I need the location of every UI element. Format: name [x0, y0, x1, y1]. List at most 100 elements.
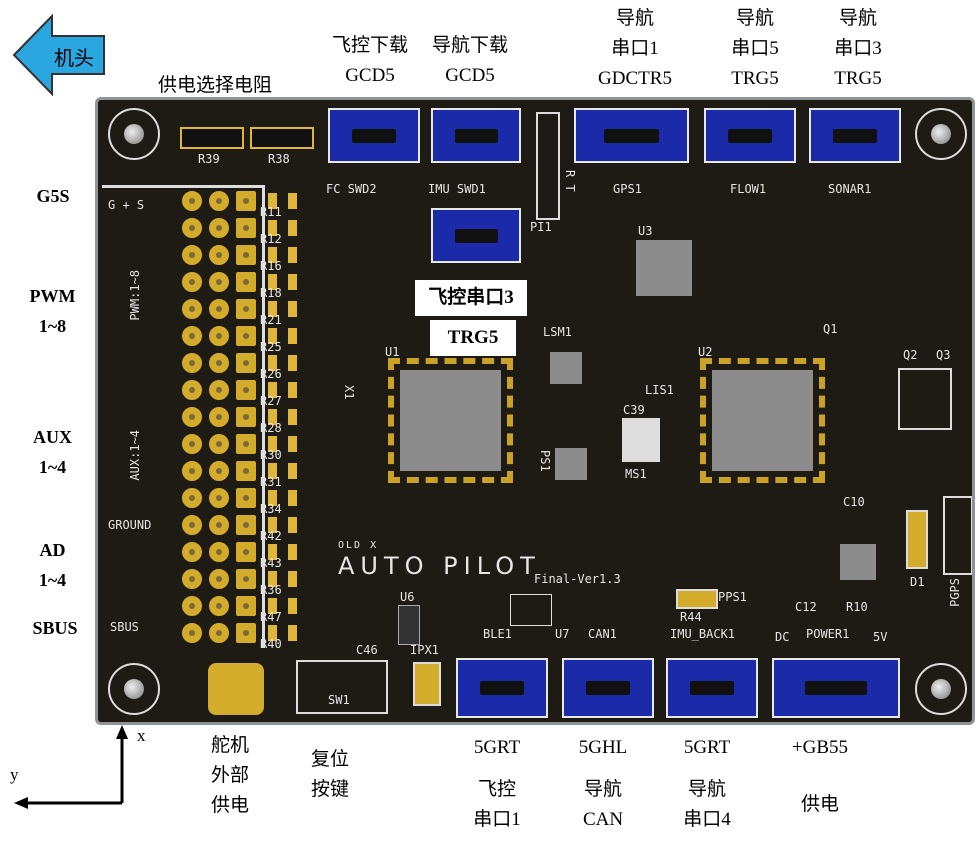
- header-pin: [236, 569, 256, 589]
- silk-sw1: SW1: [328, 693, 350, 707]
- silk-ipx1: IPX1: [410, 643, 439, 657]
- silk-c10: C10: [843, 495, 865, 509]
- head-direction-arrow: 机头: [12, 14, 107, 96]
- resistor-pad: [288, 220, 297, 236]
- resistor-pad: [288, 301, 297, 317]
- pwm-label: PWM 1~8: [15, 287, 90, 347]
- silk-ms1: MS1: [625, 467, 647, 481]
- label-line: 供电: [800, 794, 839, 815]
- header-pin: [209, 434, 229, 454]
- imu-back1-connector[interactable]: [666, 658, 758, 718]
- label-line: 导航: [735, 8, 774, 29]
- resistor-pad: [288, 328, 297, 344]
- nav-can-label: 5GHL 导航 CAN: [563, 738, 643, 840]
- silk-gs: G + S: [108, 198, 145, 212]
- label-line: 飞控: [477, 779, 516, 800]
- mounting-hole: [108, 663, 160, 715]
- silk-resistor-label: R11: [260, 205, 282, 219]
- label-line: GCD5: [345, 65, 395, 86]
- silk-imu-back1: IMU_BACK1: [670, 627, 736, 641]
- silk-u3: U3: [638, 224, 653, 238]
- resistor-pad: [288, 247, 297, 263]
- power1-connector[interactable]: [772, 658, 900, 718]
- reset-button-label: 复位 按键: [300, 750, 360, 810]
- coordinate-axes: [14, 725, 128, 809]
- silk-resistor-label: R18: [260, 286, 282, 300]
- silk-sbus: SBUS: [110, 620, 139, 634]
- pgps-header: [943, 496, 972, 575]
- header-pin: [182, 353, 202, 373]
- header-pin: [209, 569, 229, 589]
- flow1-connector[interactable]: [704, 108, 796, 163]
- label-line: 5GHL: [578, 737, 628, 758]
- silk-rt: R T: [563, 170, 577, 192]
- label-line: PWM: [29, 286, 76, 306]
- header-pin: [236, 191, 256, 211]
- pcb-board: R39 R38 FC SWD2 IMU SWD1 GPS1 FLOW1 SONA…: [95, 97, 975, 725]
- fc-download-label: 飞控下载 GCD5: [325, 36, 415, 96]
- header-pin: [209, 542, 229, 562]
- silk-resistor-label: R27: [260, 394, 282, 408]
- silk-old-x: OLD X: [338, 540, 379, 551]
- silk-u2: U2: [698, 345, 713, 359]
- header-pin: [182, 596, 202, 616]
- ble1-connector[interactable]: [456, 658, 548, 718]
- header-pin: [236, 326, 256, 346]
- header-pin: [236, 299, 256, 319]
- silk-gps1: GPS1: [613, 182, 642, 196]
- label-line: TRG5: [834, 68, 882, 89]
- header-pin: [182, 272, 202, 292]
- label-line: +GB55: [791, 737, 849, 758]
- gps1-connector[interactable]: [574, 108, 689, 163]
- header-pin: [236, 434, 256, 454]
- nav-uart5-label: 导航 串口5 TRG5: [715, 9, 795, 99]
- q2-q3-package: [898, 368, 952, 430]
- head-label: 机头: [54, 48, 94, 70]
- header-pin: [209, 326, 229, 346]
- mounting-hole: [915, 108, 967, 160]
- silk-resistor-label: R25: [260, 340, 282, 354]
- resistor-pad: [288, 463, 297, 479]
- silk-lis1: LIS1: [645, 383, 674, 397]
- nav-uart3-label: 导航 串口3 TRG5: [818, 9, 898, 99]
- header-pin: [209, 245, 229, 265]
- x-axis-label: x: [137, 726, 146, 745]
- silk-resistor-label: R16: [260, 259, 282, 273]
- resistor-pad: [288, 409, 297, 425]
- fc-uart1-label: 5GRT 飞控 串口1: [457, 738, 537, 840]
- lsm1-chip: [550, 352, 582, 384]
- fc-uart3-protocol-callout: TRG5: [430, 320, 516, 356]
- can1-connector[interactable]: [562, 658, 654, 718]
- nav-serial-connector[interactable]: [431, 208, 521, 263]
- silk-x1: X1: [342, 385, 356, 400]
- aux-label: AUX 1~4: [15, 428, 90, 488]
- sonar1-connector[interactable]: [809, 108, 901, 163]
- label-line: 串口3: [834, 38, 882, 59]
- silk-resistor-label: R47: [260, 610, 282, 624]
- resistor-pad: [288, 571, 297, 587]
- header-pin: [236, 515, 256, 535]
- header-pin: [209, 596, 229, 616]
- silk-u7: U7: [555, 627, 570, 641]
- fc-swd2-connector[interactable]: [328, 108, 420, 163]
- header-pin: [182, 299, 202, 319]
- label-line: 外部: [210, 765, 249, 786]
- silk-c39: C39: [623, 403, 645, 417]
- silk-flow1: FLOW1: [730, 182, 767, 196]
- silk-resistor-label: R36: [260, 583, 282, 597]
- header-pin: [182, 515, 202, 535]
- silk-resistor-label: R26: [260, 367, 282, 381]
- header-pin: [182, 218, 202, 238]
- label-line: TRG5: [731, 68, 779, 89]
- header-pin: [236, 245, 256, 265]
- label-line: 串口1: [611, 38, 659, 59]
- silk-fc-swd2: FC SWD2: [326, 182, 377, 196]
- label-line: GDCTR5: [598, 68, 672, 89]
- nav-uart1-label: 导航 串口1 GDCTR5: [580, 9, 690, 99]
- resistor-r38: [250, 127, 314, 149]
- header-pin: [236, 353, 256, 373]
- header-pin: [209, 353, 229, 373]
- imu-swd1-connector[interactable]: [431, 108, 521, 163]
- label-line: 串口5: [731, 38, 779, 59]
- silk-q2: Q2: [903, 348, 918, 362]
